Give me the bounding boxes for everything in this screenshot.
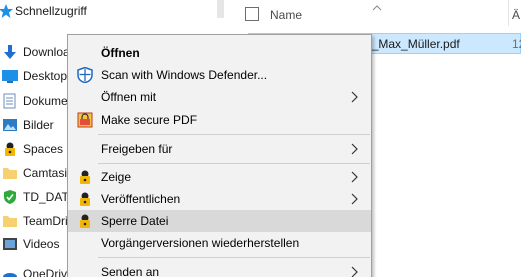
nav-item-label: Desktop [23, 69, 68, 83]
column-header-date[interactable]: Ä [512, 8, 520, 22]
nav-item-label: Bilder [23, 118, 54, 132]
menu-item-label: Senden an [101, 265, 160, 277]
menu-separator [98, 134, 370, 135]
chevron-right-icon [351, 143, 359, 155]
select-all-checkbox[interactable] [245, 7, 259, 21]
menu-item-restore-previous-versions[interactable]: Vorgängerversionen wiederherstellen [68, 232, 371, 254]
videos-icon [2, 236, 18, 252]
menu-separator [98, 257, 370, 258]
menu-item-label: Veröffentlichen [101, 192, 181, 206]
menu-item-label: Make secure PDF [101, 113, 198, 127]
secure-pdf-icon [77, 112, 93, 128]
menu-item-label: Sperre Datei [101, 214, 169, 228]
menu-item-label: Scan with Windows Defender... [101, 68, 268, 82]
windows-defender-icon [77, 67, 93, 83]
menu-item-label: Freigeben für [101, 142, 173, 156]
lock-person-icon [77, 213, 93, 229]
cloud-icon [2, 266, 18, 277]
lock-person-icon [77, 169, 93, 185]
lock-person-icon [77, 191, 93, 207]
menu-item-lock-file[interactable]: Sperre Datei [68, 210, 371, 232]
nav-item-quick-access[interactable]: Schnellzugriff [0, 0, 222, 23]
menu-item-make-secure-pdf[interactable]: Make secure PDF [68, 109, 371, 131]
menu-item-label: Öffnen [101, 46, 140, 60]
shield-check-icon [2, 189, 18, 205]
download-arrow-icon [2, 44, 18, 60]
desktop-icon [2, 68, 18, 84]
menu-item-show[interactable]: Zeige [68, 166, 371, 188]
pictures-icon [2, 117, 18, 133]
menu-item-label: Öffnen mit [101, 90, 157, 104]
column-divider[interactable] [508, 0, 509, 26]
menu-item-scan-defender[interactable]: Scan with Windows Defender... [68, 64, 371, 86]
menu-item-open-with[interactable]: Öffnen mit [68, 86, 371, 108]
nav-item-label: Videos [23, 237, 60, 251]
folder-icon [2, 165, 18, 181]
chevron-right-icon [351, 266, 359, 277]
chevron-right-icon [351, 91, 359, 103]
nav-scrollbar-thumb[interactable] [217, 0, 224, 18]
menu-item-share-with[interactable]: Freigeben für [68, 138, 371, 160]
chevron-right-icon [351, 193, 359, 205]
menu-item-label: Vorgängerversionen wiederherstellen [101, 236, 300, 250]
nav-item-label: Spaces [23, 142, 64, 156]
nav-item-label: Schnellzugriff [15, 4, 87, 18]
menu-item-send-to[interactable]: Senden an [68, 261, 371, 277]
document-icon [2, 93, 18, 109]
column-header-name[interactable]: Name [270, 8, 302, 22]
file-size: 12 [512, 37, 521, 51]
folder-icon [2, 213, 18, 229]
menu-item-label: Zeige [101, 170, 132, 184]
menu-item-open[interactable]: Öffnen [68, 42, 371, 64]
lock-folder-icon [2, 141, 18, 157]
menu-separator [98, 163, 370, 164]
star-icon [0, 3, 14, 19]
menu-item-publish[interactable]: Veröffentlichen [68, 188, 371, 210]
sort-chevron-icon [372, 0, 382, 11]
chevron-right-icon [351, 171, 359, 183]
